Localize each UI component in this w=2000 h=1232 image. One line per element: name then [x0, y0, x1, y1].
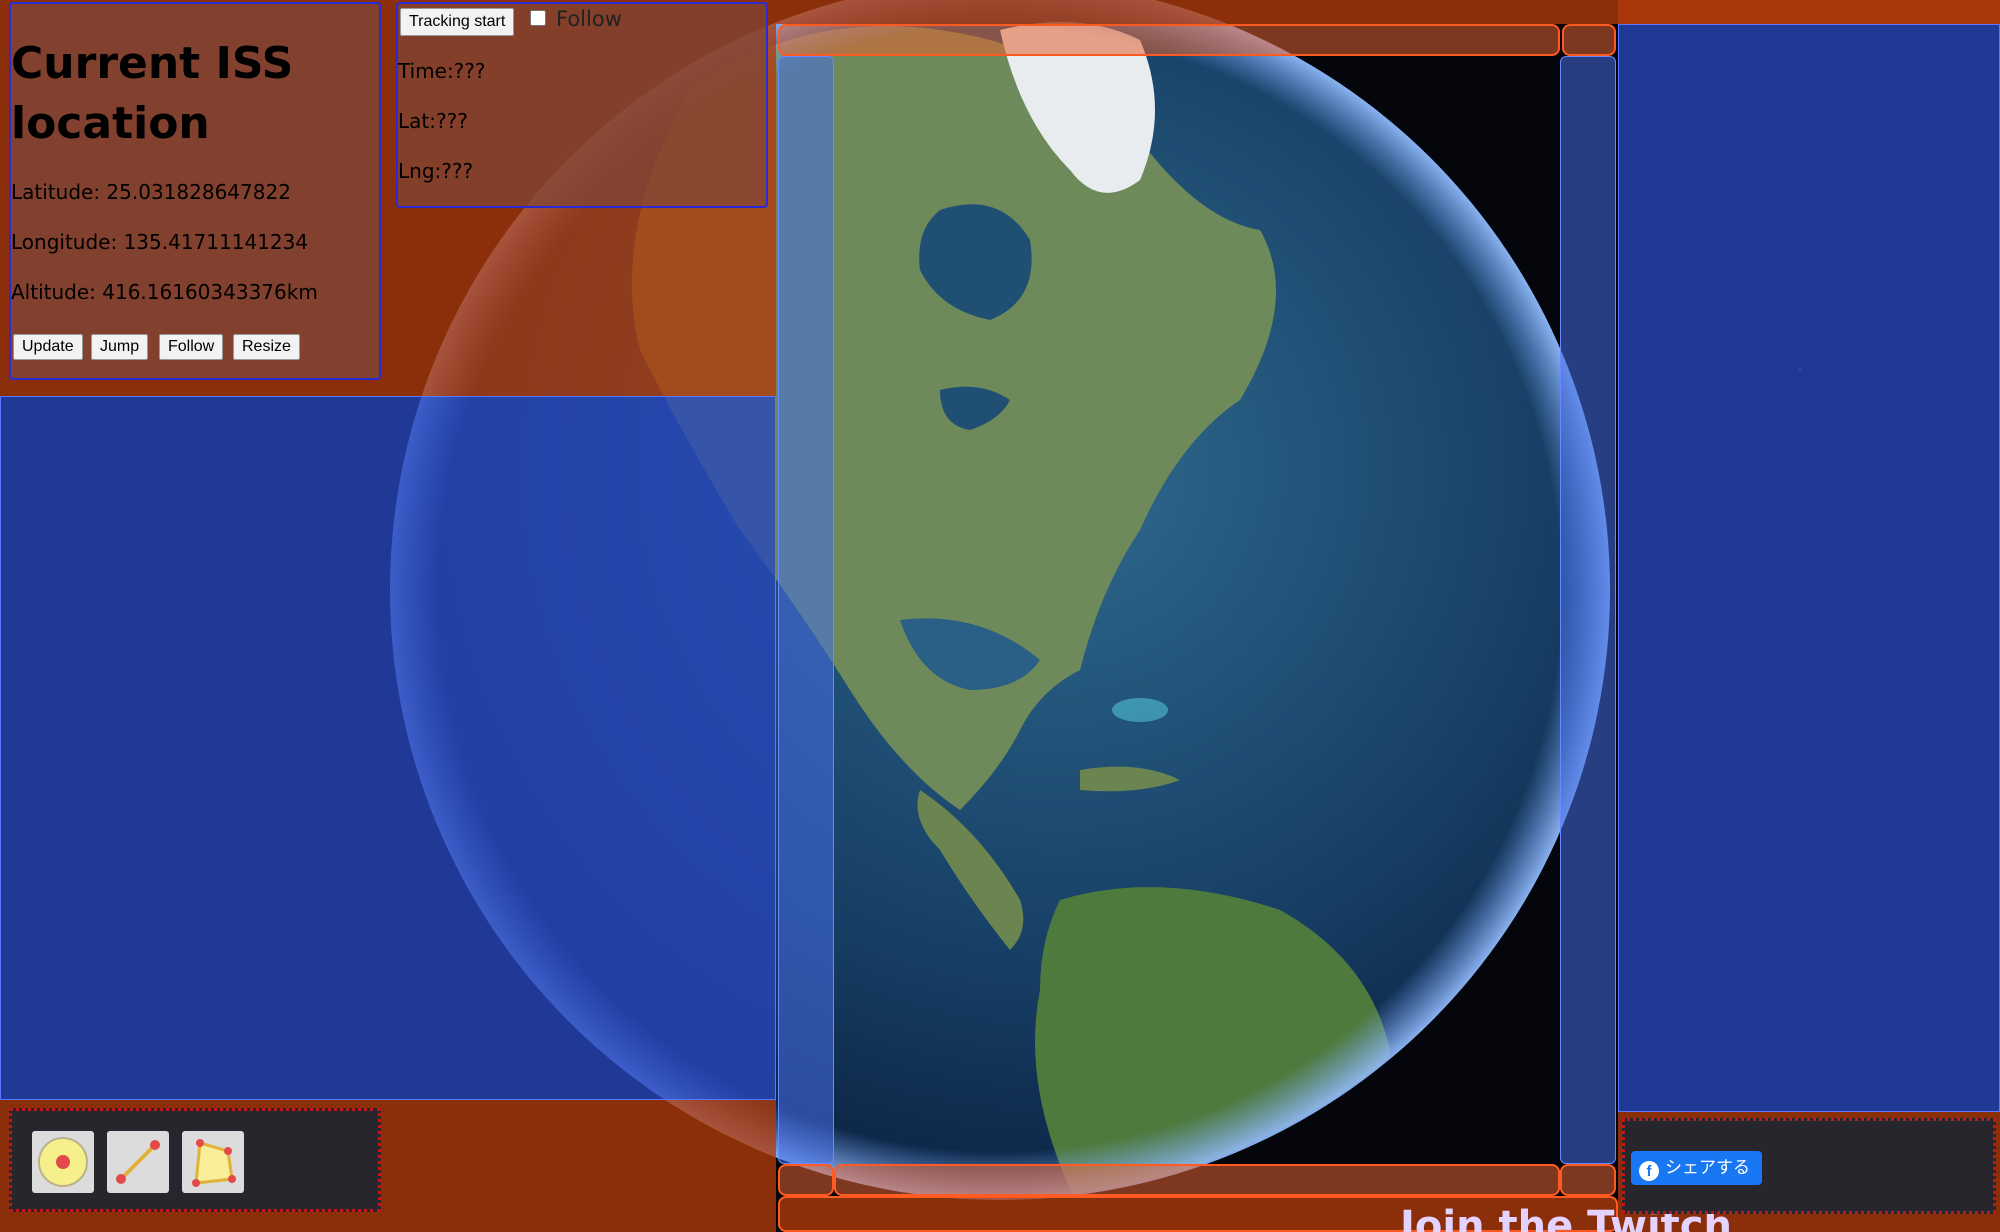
overlay-top-bar	[778, 24, 1560, 56]
overlay-left-rail	[778, 56, 834, 1164]
page-title: Current ISS location	[11, 38, 294, 149]
resize-button[interactable]: Resize	[233, 334, 300, 360]
longitude-text: Longitude: 135.41711141234	[11, 230, 309, 254]
tracking-panel: Tracking start Follow Time:??? Lat:??? L…	[396, 2, 768, 208]
overlay-left-panel	[0, 396, 776, 1100]
follow-checkbox-label: Follow	[556, 7, 622, 31]
polygon-tool-button[interactable]	[182, 1131, 244, 1193]
iss-info-panel: Current ISS location Latitude: 25.031828…	[9, 2, 381, 380]
overlay-right-panel	[1618, 24, 2000, 1112]
share-label: シェアする	[1665, 1158, 1750, 1178]
latitude-text: Latitude: 25.031828647822	[11, 180, 291, 204]
facebook-icon: f	[1639, 1161, 1659, 1181]
line-tool-button[interactable]	[107, 1131, 169, 1193]
jump-button[interactable]: Jump	[91, 334, 149, 360]
overlay-bottom-corner-left	[778, 1164, 834, 1196]
time-text: Time:???	[398, 59, 486, 83]
lng-text: Lng:???	[398, 159, 474, 183]
update-button[interactable]: Update	[13, 334, 83, 360]
follow-button[interactable]: Follow	[159, 334, 224, 360]
tracking-start-button[interactable]: Tracking start	[400, 8, 515, 36]
overlay-right-rail	[1560, 56, 1616, 1164]
circle-marker-button[interactable]	[32, 1131, 94, 1193]
polygon-tool-icon	[192, 1139, 236, 1187]
overlay-top-corner	[1562, 24, 1616, 56]
follow-checkbox[interactable]	[530, 10, 546, 26]
line-tool-icon	[116, 1140, 160, 1184]
share-box: f シェアする	[1622, 1118, 1996, 1214]
overlay-bottom-corner-right	[1560, 1164, 1616, 1196]
overlay-top-right-strip	[1618, 0, 2000, 24]
facebook-share-button[interactable]: f シェアする	[1631, 1151, 1762, 1185]
circle-marker-icon	[38, 1137, 88, 1187]
overlay-bottom-bar	[834, 1164, 1560, 1196]
altitude-text: Altitude: 416.16160343376km	[11, 280, 318, 304]
lat-text: Lat:???	[398, 109, 468, 133]
draw-toolbar	[9, 1108, 381, 1212]
